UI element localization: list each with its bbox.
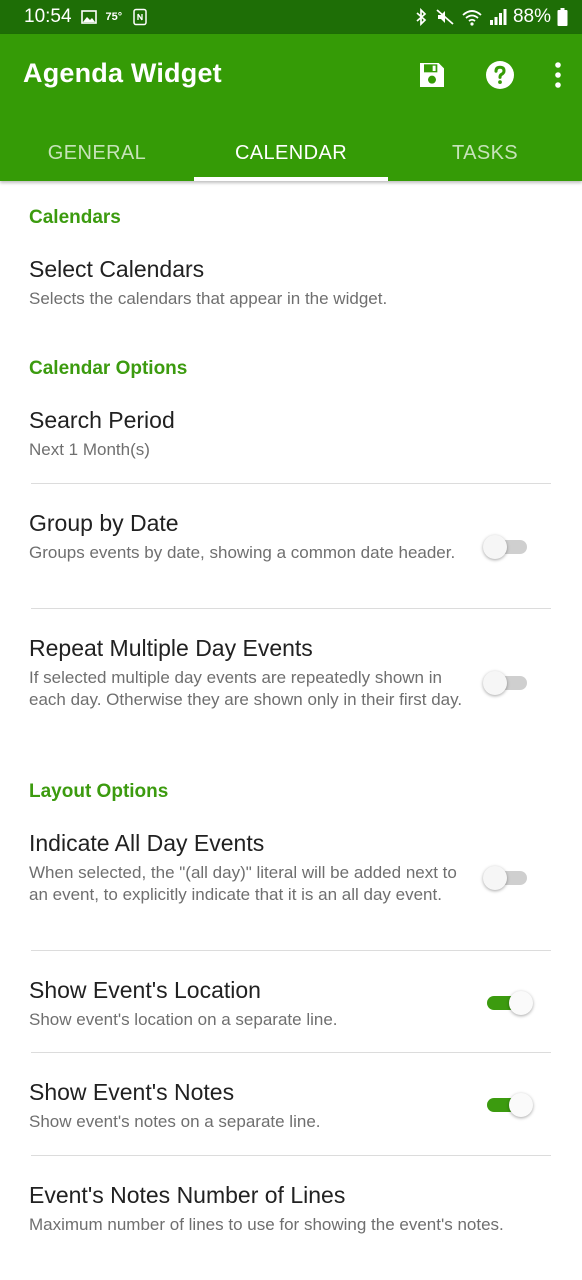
battery-icon	[557, 8, 568, 26]
pref-title: Show Event's Notes	[29, 1079, 235, 1105]
help-icon	[484, 59, 516, 96]
tab-bar: GENERAL CALENDAR TASKS	[0, 126, 582, 181]
repeat-multiple-day-events-switch[interactable]	[483, 666, 531, 698]
pref-summary: Groups events by date, showing a common …	[29, 543, 456, 562]
pref-repeat-multiple-day-events[interactable]: Repeat Multiple Day Events If selected m…	[0, 630, 582, 750]
app-bar: Agenda Widget GENERAL CALENDAR TASKS	[0, 34, 582, 181]
group-by-date-switch[interactable]	[483, 530, 531, 562]
more-options-button[interactable]	[534, 52, 582, 102]
pref-title: Select Calendars	[29, 256, 205, 282]
indicate-all-day-events-switch[interactable]	[483, 861, 531, 893]
pref-group-by-date[interactable]: Group by Date Groups events by date, sho…	[0, 505, 582, 605]
tab-general[interactable]: GENERAL	[0, 126, 194, 181]
divider	[31, 483, 551, 484]
status-bar: 10:54 75° 88%	[0, 0, 582, 34]
pref-search-period[interactable]: Search Period Next 1 Month(s)	[0, 402, 582, 482]
pref-show-event-notes[interactable]: Show Event's Notes Show event's notes on…	[0, 1074, 582, 1154]
battery-level: 88%	[512, 6, 551, 27]
pref-summary: If selected multiple day events are repe…	[29, 668, 463, 709]
pref-title: Group by Date	[29, 510, 179, 536]
pref-summary: Maximum number of lines to use for showi…	[29, 1215, 504, 1234]
toolbar-actions	[398, 52, 582, 102]
pref-summary: Next 1 Month(s)	[29, 440, 150, 459]
pref-indicate-all-day-events[interactable]: Indicate All Day Events When selected, t…	[0, 825, 582, 945]
image-icon	[80, 9, 97, 25]
weather-icon: 75°	[105, 11, 123, 23]
pref-summary: When selected, the "(all day)" literal w…	[29, 863, 457, 904]
tab-tasks[interactable]: TASKS	[388, 126, 582, 181]
show-event-location-switch[interactable]	[483, 986, 533, 1018]
tab-calendar[interactable]: CALENDAR	[194, 126, 388, 181]
bluetooth-icon	[413, 8, 429, 26]
divider	[31, 950, 551, 951]
save-button[interactable]	[398, 52, 466, 102]
divider	[31, 608, 551, 609]
pref-show-event-location[interactable]: Show Event's Location Show event's locat…	[0, 972, 582, 1052]
show-event-notes-switch[interactable]	[483, 1088, 533, 1120]
pref-title: Event's Notes Number of Lines	[29, 1182, 346, 1208]
nfc-icon	[131, 8, 149, 26]
pref-summary: Selects the calendars that appear in the…	[29, 289, 388, 308]
pref-summary: Show event's location on a separate line…	[29, 1010, 338, 1029]
pref-title: Repeat Multiple Day Events	[29, 635, 313, 661]
save-icon	[416, 59, 448, 96]
section-header-calendars: Calendars	[29, 207, 121, 228]
app-title: Agenda Widget	[23, 58, 222, 88]
mute-icon	[435, 8, 455, 26]
pref-title: Search Period	[29, 407, 175, 433]
section-header-layout-options: Layout Options	[29, 781, 169, 802]
pref-select-calendars[interactable]: Select Calendars Selects the calendars t…	[0, 251, 582, 331]
more-vert-icon	[554, 61, 562, 94]
pref-title: Indicate All Day Events	[29, 830, 265, 856]
divider	[31, 1052, 551, 1053]
signal-icon	[489, 9, 507, 25]
status-time: 10:54	[24, 6, 72, 27]
divider	[31, 1155, 551, 1156]
pref-title: Show Event's Location	[29, 977, 261, 1003]
help-button[interactable]	[466, 52, 534, 102]
pref-summary: Show event's notes on a separate line.	[29, 1112, 321, 1131]
section-header-calendar-options: Calendar Options	[29, 358, 188, 379]
pref-event-notes-number-of-lines[interactable]: Event's Notes Number of Lines Maximum nu…	[0, 1177, 582, 1277]
wifi-icon	[461, 8, 483, 26]
